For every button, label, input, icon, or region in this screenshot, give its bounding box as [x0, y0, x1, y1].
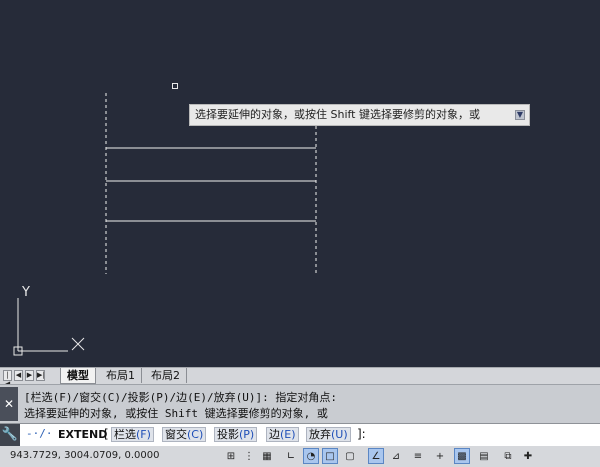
coordinate-readout[interactable]: 943.7729, 3004.0709, 0.0000	[10, 450, 160, 461]
command-prompt-tail: ]:	[357, 427, 366, 441]
ucs-icon	[13, 298, 68, 356]
next-tab-icon[interactable]: ▶	[25, 370, 34, 381]
dynamic-input-tooltip: 选择要延伸的对象，或按住 Shift 键选择要修剪的对象，或 ▼	[189, 104, 530, 126]
allow-ucs-icon[interactable]: ⊿	[388, 448, 404, 464]
polar-tracking-icon[interactable]: ◔	[303, 448, 319, 464]
drawing-canvas[interactable]: Y 选择要延伸的对象，或按住 Shift 键选择要修剪的对象，或 ▼	[0, 0, 600, 367]
pickbox-cursor	[172, 83, 178, 89]
drawing-geometry	[13, 93, 317, 356]
command-history: ✕ [栏选(F)/窗交(C)/投影(P)/边(E)/放弃(U)]: 指定对角点:…	[0, 384, 600, 423]
option-open-bracket: [	[104, 427, 109, 441]
object-tracking-icon[interactable]: ∠	[368, 448, 384, 464]
close-icon[interactable]: ✕	[0, 387, 18, 421]
first-tab-icon[interactable]: |◀	[3, 370, 12, 388]
command-name: EXTEND	[58, 428, 108, 441]
option-undo[interactable]: 放弃(U)	[306, 427, 351, 442]
ortho-icon[interactable]: ∟	[283, 448, 299, 464]
history-line-1: [栏选(F)/窗交(C)/投影(P)/边(E)/放弃(U)]: 指定对角点:	[24, 391, 337, 404]
tooltip-text: 选择要延伸的对象，或按住 Shift 键选择要修剪的对象，或	[195, 108, 480, 121]
option-crossing[interactable]: 窗交(C)	[162, 427, 207, 442]
grid-icon[interactable]: ▦	[259, 448, 275, 464]
3d-osnap-icon[interactable]: ▢	[342, 448, 358, 464]
command-icon: -·/·	[26, 427, 53, 440]
prev-tab-icon[interactable]: ◀	[14, 370, 23, 381]
tab-layout1[interactable]: 布局1	[100, 368, 142, 383]
selection-cycling-icon[interactable]: ⧉	[500, 448, 516, 464]
ucs-x-axis-icon	[71, 337, 85, 351]
history-line-2: 选择要延伸的对象, 或按住 Shift 键选择要修剪的对象, 或	[24, 407, 328, 420]
dynamic-input-icon[interactable]: +	[432, 448, 448, 464]
wrench-icon[interactable]: 🔧	[0, 424, 20, 446]
snap-icon[interactable]: ⋮	[241, 448, 257, 464]
transparency-icon[interactable]: ▩	[454, 448, 470, 464]
quick-properties-icon[interactable]: ▤	[476, 448, 492, 464]
tab-layout2[interactable]: 布局2	[145, 368, 187, 383]
ucs-y-label: Y	[22, 285, 30, 300]
lineweight-icon[interactable]: ≡	[410, 448, 426, 464]
model-space-icon[interactable]: ⊞	[223, 448, 239, 464]
option-fence[interactable]: 栏选(F)	[111, 427, 154, 442]
layout-tab-bar: |◀ ◀ ▶ ▶| 模型 布局1 布局2	[0, 367, 600, 388]
command-line[interactable]: 🔧 -·/· EXTEND [ 栏选(F) 窗交(C) 投影(P) 边(E) 放…	[0, 423, 600, 447]
osnap-icon[interactable]: □	[322, 448, 338, 464]
annotation-monitor-icon[interactable]: ✚	[520, 448, 536, 464]
tab-model[interactable]: 模型	[60, 368, 96, 384]
option-edge[interactable]: 边(E)	[266, 427, 299, 442]
status-bar: 943.7729, 3004.0709, 0.0000 ⊞ ⋮ ▦ ∟ ◔ □ …	[0, 446, 600, 467]
last-tab-icon[interactable]: ▶|	[36, 370, 45, 381]
option-project[interactable]: 投影(P)	[214, 427, 258, 442]
dropdown-arrow-icon[interactable]: ▼	[515, 110, 525, 120]
